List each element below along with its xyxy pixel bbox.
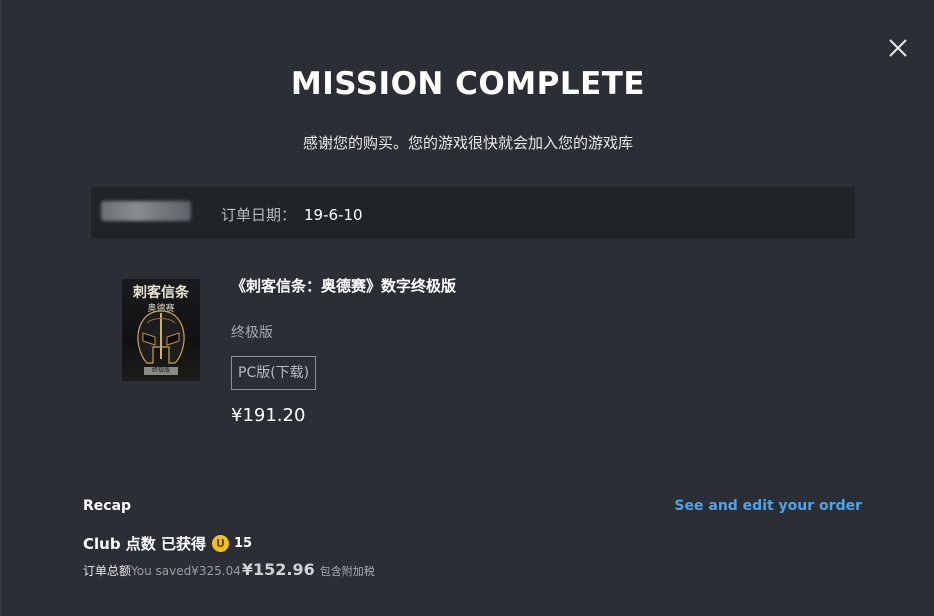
order-total-amount: ¥152.96 [241,560,315,579]
recap-heading: Recap [83,498,132,514]
order-info-bar: 订单日期： 19-6-10 [91,187,855,239]
helmet-art [137,310,185,364]
modal-subtitle: 感谢您的购买。您的游戏很快就会加入您的游戏库 [302,134,633,152]
close-icon [889,39,907,57]
cover-title: 刺客信条 [133,285,189,301]
order-date-label: 订单日期： [221,206,297,224]
order-total-row: 订单总额 You saved ¥325.04 ¥152.96 包含附加税 [83,560,375,579]
product-edition: 终极版 [231,325,273,341]
club-points-row: Club 点数 已获得 U 15 [83,533,252,554]
edit-order-link[interactable]: See and edit your order [674,498,862,514]
order-total-label: 订单总额 [83,564,132,578]
cover-edition-band: 终极版 [144,367,178,375]
club-points-label: Club 点数 已获得 [83,535,207,553]
order-confirmation-modal: MISSION COMPLETE 感谢您的购买。您的游戏很快就会加入您的游戏库 … [0,0,934,616]
close-button[interactable] [888,38,908,58]
tax-note: 包含附加税 [319,565,375,578]
product-name[interactable]: 《刺客信条：奥德赛》数字终极版 [231,278,471,295]
you-saved-label: You saved [131,564,192,578]
product-cover-image: 刺客信条 奥德赛 终极版 [122,279,200,381]
club-points-value: 15 [234,536,253,551]
order-id-redacted [101,201,191,221]
club-coin-icon: U [212,535,230,552]
platform-badge: PC版(下载) [231,356,317,390]
modal-title: MISSION COMPLETE [290,66,646,102]
order-date-value: 19-6-10 [304,206,363,224]
product-price: ¥191.20 [231,405,306,426]
order-date: 订单日期： 19-6-10 [221,204,363,225]
saved-amount: ¥325.04 [191,564,241,578]
